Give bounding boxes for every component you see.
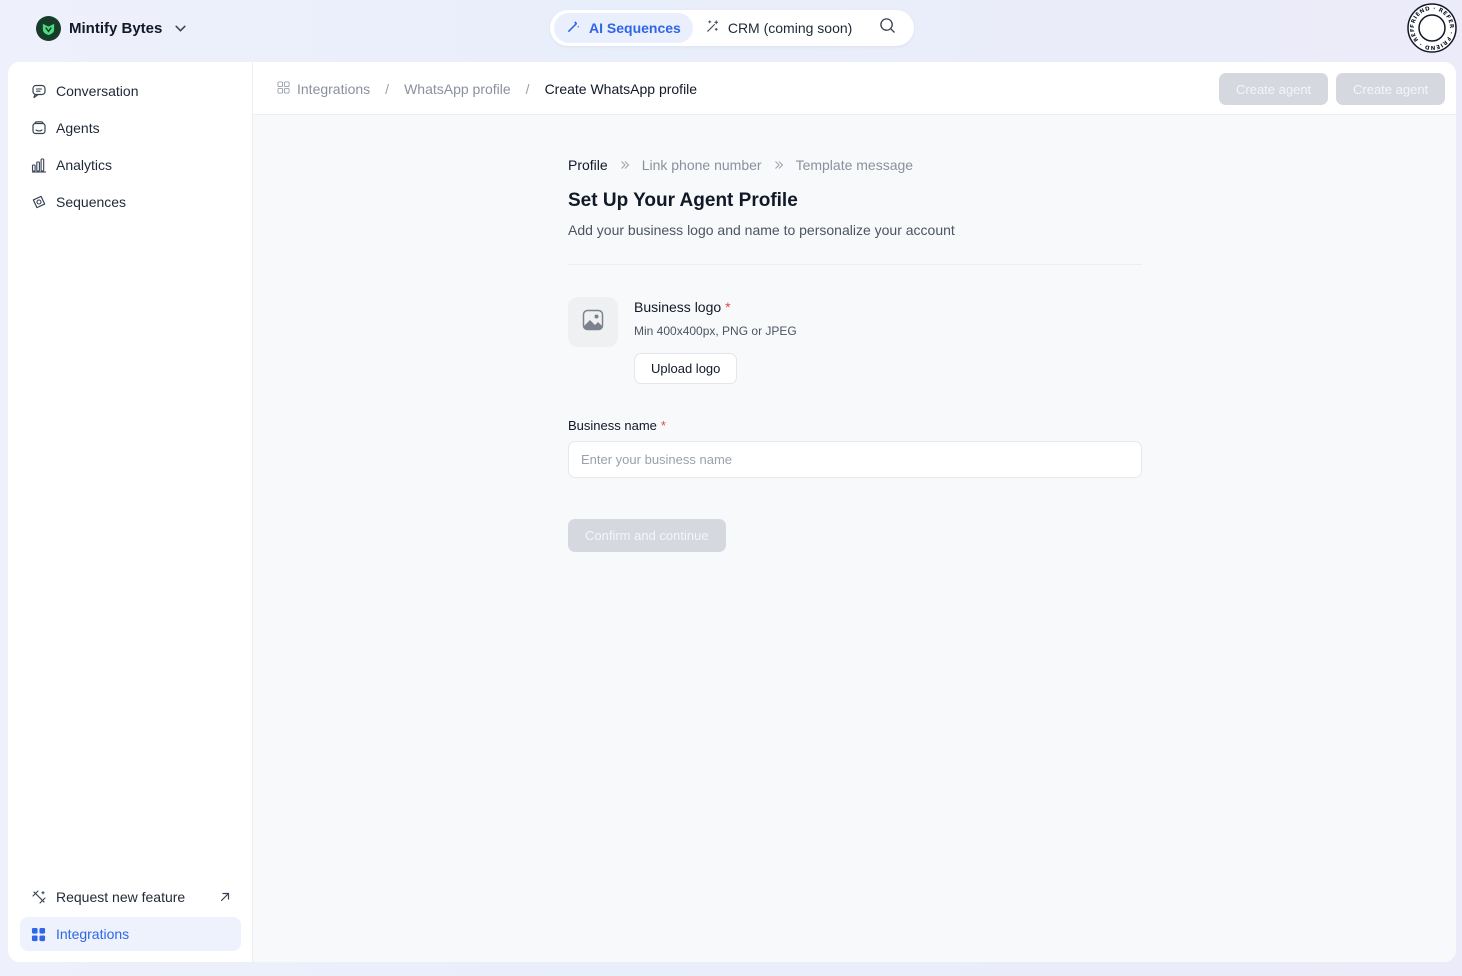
stepper: Profile Link phone number Template messa… [568, 154, 913, 176]
main-panel: Conversation Agents Analytics Sequences … [8, 62, 1456, 962]
sidebar-item-label: Sequences [56, 194, 127, 210]
breadcrumb-label: Create WhatsApp profile [544, 80, 698, 97]
wand-icon [30, 889, 47, 906]
page-title: Set Up Your Agent Profile [568, 190, 798, 211]
step-profile: Profile [568, 157, 608, 173]
upload-logo-button[interactable]: Upload logo [634, 353, 738, 384]
divider [568, 264, 1142, 265]
tab-ai-sequences[interactable]: AI Sequences [554, 13, 693, 43]
brand-logo-icon [36, 15, 61, 41]
step-link-phone: Link phone number [641, 157, 762, 173]
grid-outline-icon [277, 80, 290, 97]
workspace-switcher[interactable]: Mintify Bytes [36, 15, 187, 41]
breadcrumb-separator: / [525, 80, 530, 97]
sidebar: Conversation Agents Analytics Sequences … [8, 62, 253, 962]
business-logo-label-text: Business logo [634, 299, 722, 315]
tab-crm[interactable]: CRM (coming soon) [693, 13, 864, 43]
business-name-input[interactable] [568, 441, 1142, 478]
refer-friend-badge[interactable]: FRIEND · REFER · FRIEND · REFER · [1405, 0, 1457, 53]
business-logo-hint: Min 400x400px, PNG or JPEG [634, 324, 797, 338]
search-button[interactable] [872, 13, 902, 43]
double-chevron-right-icon [774, 160, 784, 170]
breadcrumb-integrations[interactable]: Integrations [277, 81, 370, 97]
create-agent-button-secondary[interactable]: Create agent [1336, 73, 1446, 105]
sidebar-item-label: Agents [56, 120, 100, 136]
chat-bubble-icon [30, 83, 47, 100]
tab-ai-sequences-label: AI Sequences [589, 20, 681, 36]
agent-box-icon [30, 120, 47, 137]
business-logo-label: Business logo * [634, 299, 731, 315]
sidebar-item-agents[interactable]: Agents [20, 111, 241, 145]
search-icon [879, 17, 896, 39]
breadcrumb-label: Integrations [297, 80, 371, 97]
tab-crm-label: CRM (coming soon) [727, 20, 853, 36]
grid-icon [30, 926, 47, 943]
magic-wand-icon [566, 19, 581, 37]
logo-preview [568, 297, 618, 347]
sidebar-item-sequences[interactable]: Sequences [20, 185, 241, 219]
content-header: Integrations / WhatsApp profile / Create… [253, 62, 1456, 115]
content-area: Integrations / WhatsApp profile / Create… [253, 62, 1456, 962]
page-subtitle: Add your business logo and name to perso… [568, 222, 955, 238]
breadcrumb-separator: / [385, 80, 390, 97]
step-template-message: Template message [795, 157, 914, 173]
sequence-icon [30, 194, 47, 211]
required-mark: * [660, 418, 666, 433]
breadcrumb-current: Create WhatsApp profile [545, 81, 698, 97]
business-name-label: Business name * [568, 418, 666, 433]
sidebar-item-request-feature[interactable]: Request new feature [20, 880, 241, 914]
sidebar-item-label: Analytics [56, 157, 113, 173]
double-chevron-right-icon [620, 160, 630, 170]
top-bar: Mintify Bytes AI Sequences CRM (coming s… [0, 0, 1462, 60]
required-mark: * [725, 299, 731, 315]
workspace-name: Mintify Bytes [69, 19, 163, 37]
bar-chart-icon [30, 157, 47, 174]
create-agent-button[interactable]: Create agent [1219, 73, 1329, 105]
sparkle-wand-icon [705, 19, 720, 37]
top-nav: AI Sequences CRM (coming soon) [550, 10, 914, 46]
external-arrow-icon [219, 891, 231, 903]
sidebar-item-analytics[interactable]: Analytics [20, 148, 241, 182]
breadcrumb-whatsapp-profile[interactable]: WhatsApp profile [404, 81, 511, 97]
sidebar-item-label: Integrations [56, 926, 130, 942]
confirm-continue-button[interactable]: Confirm and continue [568, 519, 726, 552]
sidebar-item-label: Conversation [56, 83, 139, 99]
breadcrumb: Integrations / WhatsApp profile / Create… [277, 62, 697, 115]
business-name-label-text: Business name [568, 418, 657, 433]
sidebar-item-integrations[interactable]: Integrations [20, 917, 241, 951]
sidebar-item-conversation[interactable]: Conversation [20, 74, 241, 108]
chevron-down-icon [174, 22, 187, 35]
sidebar-item-label: Request new feature [56, 889, 186, 905]
image-placeholder-icon [582, 309, 604, 336]
breadcrumb-label: WhatsApp profile [404, 80, 511, 97]
